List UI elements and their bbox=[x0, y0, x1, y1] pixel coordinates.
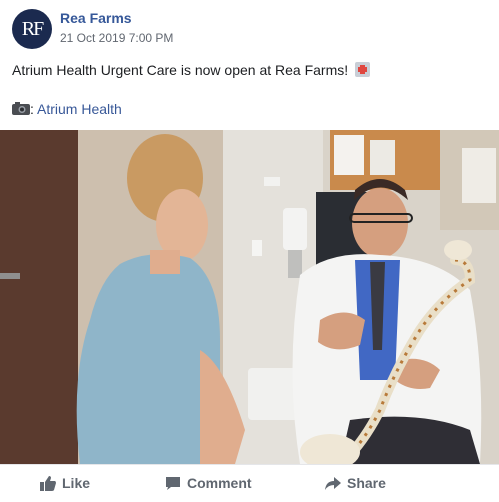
credit-link[interactable]: Atrium Health bbox=[37, 101, 122, 117]
page-name-link[interactable]: Rea Farms bbox=[60, 10, 132, 26]
clinic-photo bbox=[0, 130, 499, 464]
comment-icon bbox=[166, 476, 180, 490]
credit-separator: : bbox=[30, 101, 34, 117]
share-arrow-icon bbox=[325, 476, 341, 490]
post-text: Atrium Health Urgent Care is now open at… bbox=[12, 62, 371, 78]
share-button[interactable]: Share bbox=[325, 465, 386, 501]
post-message: Atrium Health Urgent Care is now open at… bbox=[12, 62, 349, 78]
comment-label: Comment bbox=[187, 475, 252, 491]
thumbs-up-icon bbox=[40, 475, 56, 491]
share-label: Share bbox=[347, 475, 386, 491]
post-actions: Like Comment Share bbox=[0, 464, 499, 502]
post-header: RF Rea Farms 21 Oct 2019 7:00 PM bbox=[12, 9, 492, 51]
photo-credit: : Atrium Health bbox=[12, 101, 122, 117]
page-avatar[interactable]: RF bbox=[12, 9, 52, 49]
comment-button[interactable]: Comment bbox=[165, 465, 252, 501]
post-photo[interactable] bbox=[0, 130, 499, 464]
camera-icon bbox=[12, 102, 30, 115]
like-label: Like bbox=[62, 475, 91, 491]
avatar-initials: RF bbox=[21, 17, 45, 40]
hospital-icon bbox=[355, 62, 371, 77]
like-button[interactable]: Like bbox=[40, 465, 90, 501]
post-timestamp[interactable]: 21 Oct 2019 7:00 PM bbox=[60, 31, 173, 45]
